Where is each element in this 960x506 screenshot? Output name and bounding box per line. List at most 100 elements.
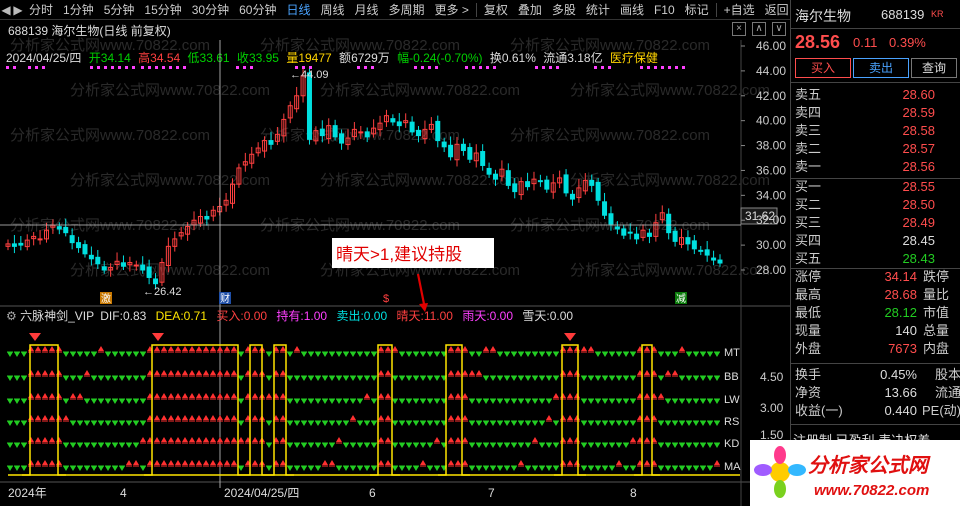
up-arrow-icon [196, 460, 202, 465]
candle-body [306, 72, 312, 140]
toolbar-item[interactable]: 60分钟 [234, 0, 281, 20]
candle-body [672, 230, 678, 242]
down-arrow-icon [588, 399, 594, 404]
down-arrow-icon [602, 443, 608, 448]
down-arrow-icon [658, 466, 664, 471]
up-arrow-icon [434, 437, 440, 442]
stat-label: 现量 [795, 323, 822, 338]
back-arrow-icon[interactable]: ◀ [0, 3, 12, 17]
toolbar-item[interactable]: 画线 [615, 0, 649, 20]
down-arrow-icon [518, 352, 524, 357]
down-arrow-icon [413, 376, 419, 381]
indicator-row-label: MA [724, 461, 741, 473]
down-arrow-icon [266, 466, 272, 471]
candle-body [146, 266, 152, 278]
up-arrow-icon [56, 393, 62, 398]
toolbar-item[interactable]: 多股 [547, 0, 581, 20]
gem-icon [564, 333, 576, 341]
down-arrow-icon [686, 421, 692, 426]
up-arrow-icon [448, 460, 454, 465]
down-arrow-icon [609, 466, 615, 471]
divider [791, 82, 960, 83]
toolbar-item[interactable]: +自选 [719, 0, 760, 20]
candle-body [339, 133, 345, 144]
toolbar-item[interactable]: 周线 [315, 0, 349, 20]
date-label: 8 [630, 486, 637, 500]
hold-value: 1.00 [303, 309, 328, 323]
up-arrow-icon [217, 415, 223, 420]
toolbar-item[interactable]: 多周期 [384, 0, 430, 20]
sunny-label: 晴天: [396, 309, 424, 323]
down-arrow-icon [322, 421, 328, 426]
down-arrow-icon [7, 443, 13, 448]
buy-button[interactable]: 买入 [795, 58, 851, 78]
toolbar-item[interactable]: 分时 [24, 0, 58, 20]
up-arrow-icon [210, 393, 216, 398]
up-arrow-icon [56, 415, 62, 420]
toolbar-item[interactable]: 月线 [350, 0, 384, 20]
price-tick-label: 42.00 [756, 89, 786, 103]
up-arrow-icon [672, 370, 678, 375]
toolbar-item[interactable]: 1分钟 [58, 0, 99, 20]
down-arrow-icon [707, 466, 713, 471]
down-arrow-icon [504, 376, 510, 381]
down-arrow-icon [658, 376, 664, 381]
buy-value: 0.00 [243, 309, 268, 323]
up-arrow-icon [140, 437, 146, 442]
toolbar-item[interactable]: 30分钟 [187, 0, 234, 20]
toolbar-item[interactable]: 复权 [479, 0, 513, 20]
up-arrow-icon [35, 370, 41, 375]
up-arrow-icon [644, 370, 650, 375]
toolbar-item[interactable]: 返回 [760, 0, 794, 20]
down-arrow-icon [322, 352, 328, 357]
toolbar-item[interactable]: 5分钟 [99, 0, 140, 20]
toolbar-item[interactable]: 统计 [581, 0, 615, 20]
down-arrow-icon [616, 376, 622, 381]
stat-label-2: PE(动) [921, 403, 960, 418]
toolbar-item[interactable]: 日线 [281, 0, 315, 20]
up-arrow-icon [455, 370, 461, 375]
down-arrow-icon [7, 399, 13, 404]
tag-dollar[interactable]: $ [383, 293, 389, 305]
price-tick-label: 28.00 [756, 263, 786, 277]
up-arrow-icon [448, 415, 454, 420]
up-arrow-icon [560, 346, 566, 351]
watermark-text: 分析家公式网www.70822.com [260, 37, 460, 54]
down-arrow-icon [469, 443, 475, 448]
up-arrow-icon [455, 415, 461, 420]
up-arrow-icon [224, 370, 230, 375]
up-arrow-icon [182, 415, 188, 420]
up-arrow-icon [189, 370, 195, 375]
price-tick-label: 36.00 [756, 163, 786, 177]
down-arrow-icon [21, 443, 27, 448]
orderbook-label: 卖五 [795, 87, 822, 102]
signal-dot [535, 66, 538, 69]
toolbar-item[interactable]: 15分钟 [139, 0, 186, 20]
toolbar-item[interactable]: 叠加 [513, 0, 547, 20]
toolbar-item[interactable]: F10 [649, 0, 680, 20]
forward-arrow-icon[interactable]: ▶ [12, 3, 24, 17]
candle-body [37, 238, 43, 241]
tag-jian[interactable]: 减 [676, 293, 686, 305]
indicator-name[interactable]: 六脉神剑_VIP [20, 309, 94, 323]
down-arrow-icon [714, 421, 720, 426]
price-chart[interactable]: 分析家公式网www.70822.com 分析家公式网www.70822.com 分析… [0, 20, 790, 506]
down-arrow-icon [679, 421, 685, 426]
query-button[interactable]: 查询 [911, 58, 957, 78]
tag-cai[interactable]: 财 [220, 292, 230, 305]
sell-button[interactable]: 卖出 [853, 58, 909, 78]
down-arrow-icon [406, 421, 412, 426]
signal-dot [428, 66, 431, 69]
tag-ji[interactable]: 激 [101, 292, 111, 305]
up-arrow-icon [350, 415, 356, 420]
toolbar-item[interactable]: 更多 > [430, 0, 474, 20]
down-arrow-icon [70, 443, 76, 448]
down-arrow-icon [483, 421, 489, 426]
down-arrow-icon [119, 421, 125, 426]
candle-body [621, 228, 627, 236]
up-arrow-icon [574, 393, 580, 398]
toolbar-item[interactable]: 标记 [680, 0, 714, 20]
settings-icon[interactable]: ⚙ [6, 309, 17, 323]
price-tick-label: 34.00 [756, 188, 786, 202]
signal-dot [640, 66, 643, 69]
